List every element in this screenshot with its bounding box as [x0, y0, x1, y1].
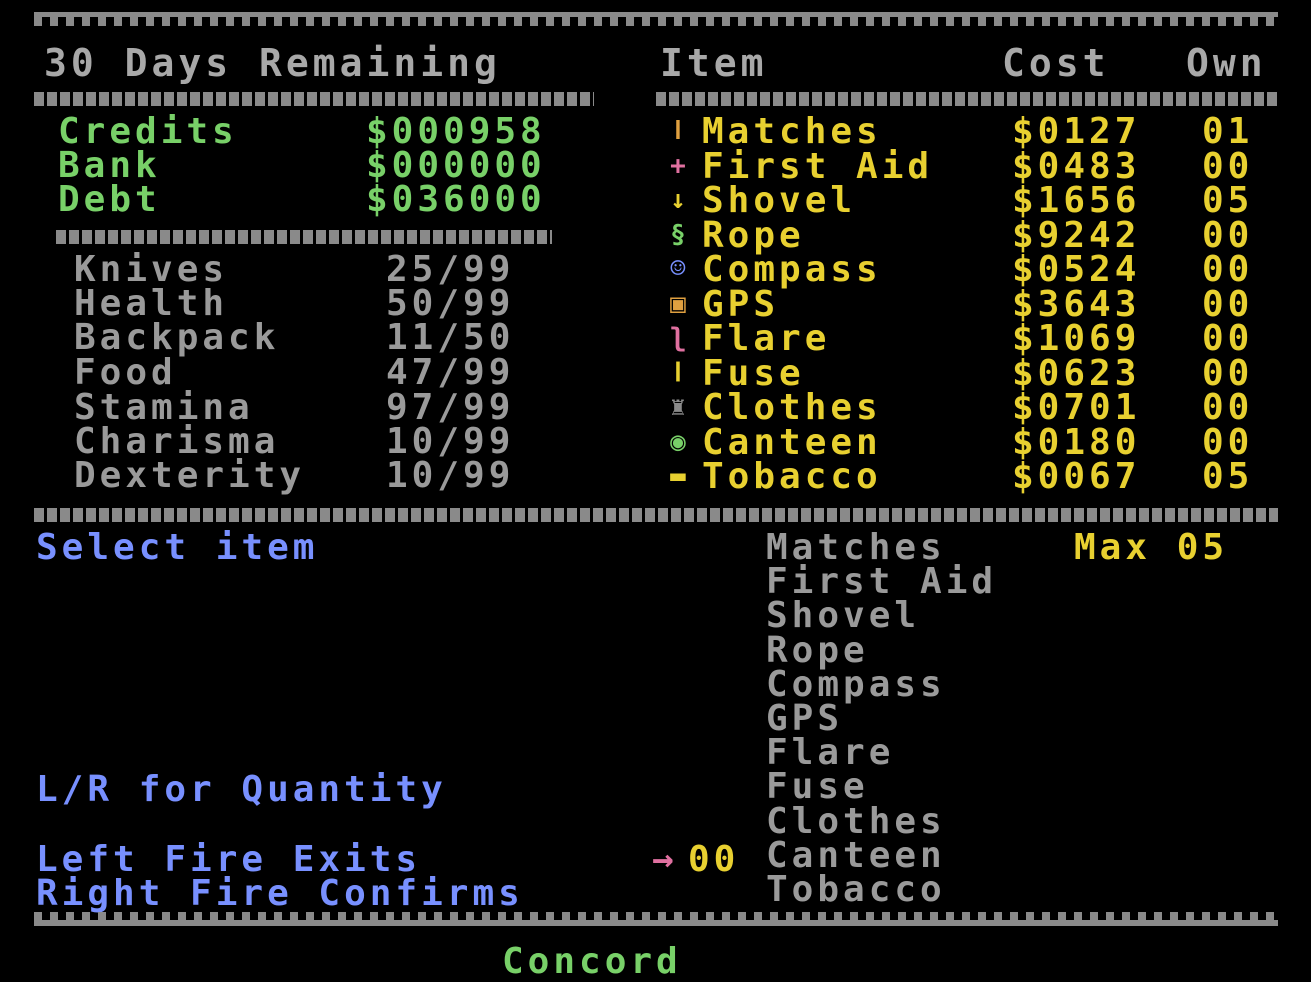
rope-icon: §: [670, 220, 686, 250]
select-list-item[interactable]: Shovel: [766, 598, 920, 634]
stat-dexterity-label: Dexterity: [74, 455, 306, 496]
right-header-divider: [656, 92, 1278, 106]
shop-item-owned: 01: [1202, 111, 1254, 152]
cost-column-header: Cost: [1002, 41, 1110, 85]
shop-item-owned: 00: [1202, 387, 1254, 428]
shop-item-cost: $0127: [1012, 111, 1141, 152]
select-list-item[interactable]: Fuse: [766, 769, 869, 805]
shop-item-name[interactable]: Tobacco: [702, 459, 882, 495]
stat-food-value: 47/99: [386, 352, 515, 393]
debt-label: Debt: [58, 179, 161, 220]
first-aid-icon: +: [670, 151, 686, 181]
max-quantity-label: Max 05: [1074, 527, 1229, 568]
shop-item-owned: 05: [1202, 456, 1254, 497]
stat-backpack-label: Backpack: [74, 317, 280, 358]
quantity-hint: L/R for Quantity: [36, 769, 447, 810]
own-column-header: Own: [1186, 41, 1267, 85]
stat-food-label: Food: [74, 352, 177, 393]
stat-dexterity-value: 10/99: [386, 455, 515, 496]
clothes-icon: ♜: [670, 392, 686, 422]
stat-backpack-value: 11/50: [386, 317, 515, 358]
gps-icon: ▣: [670, 289, 686, 319]
shovel-icon: ↓: [670, 185, 686, 215]
quantity-value[interactable]: 00: [688, 842, 739, 878]
debt-value: $036000: [366, 179, 546, 220]
finances-divider: [56, 230, 552, 244]
shop-item-name[interactable]: Compass: [702, 252, 882, 288]
fuse-icon: Ⅰ: [674, 358, 682, 388]
location-name: Concord: [502, 941, 682, 982]
middle-border: [34, 508, 1278, 522]
bottom-border: [34, 912, 1278, 926]
shop-item-cost: $0067: [1012, 456, 1141, 497]
shop-item-cost: $0701: [1012, 387, 1141, 428]
shop-item-owned: 00: [1202, 318, 1254, 359]
selection-cursor-icon: →: [652, 839, 674, 880]
shop-item-owned: 05: [1202, 180, 1254, 221]
days-remaining-label: 30 Days Remaining: [44, 41, 501, 85]
shop-item-cost: $1069: [1012, 318, 1141, 359]
shop-item-cost: $1656: [1012, 180, 1141, 221]
shop-item-name[interactable]: Shovel: [702, 183, 856, 219]
top-border: [34, 12, 1278, 26]
shop-item-cost: $0524: [1012, 249, 1141, 290]
select-item-prompt: Select item: [36, 527, 319, 568]
shop-item-owned: 00: [1202, 249, 1254, 290]
flare-icon: ʅ: [670, 323, 686, 353]
compass-icon: ☺: [670, 254, 686, 284]
canteen-icon: ◉: [670, 427, 686, 457]
left-header-divider: [34, 92, 594, 106]
shop-item-name[interactable]: Matches: [702, 114, 882, 150]
select-list-item[interactable]: Tobacco: [766, 872, 946, 908]
shop-item-name[interactable]: Clothes: [702, 390, 882, 426]
tobacco-icon: ▬: [670, 461, 686, 491]
item-column-header: Item: [660, 41, 768, 85]
right-fire-hint: Right Fire Confirms: [36, 873, 524, 914]
match-icon: ǀ: [670, 116, 686, 146]
shop-item-name[interactable]: Flare: [702, 321, 830, 357]
